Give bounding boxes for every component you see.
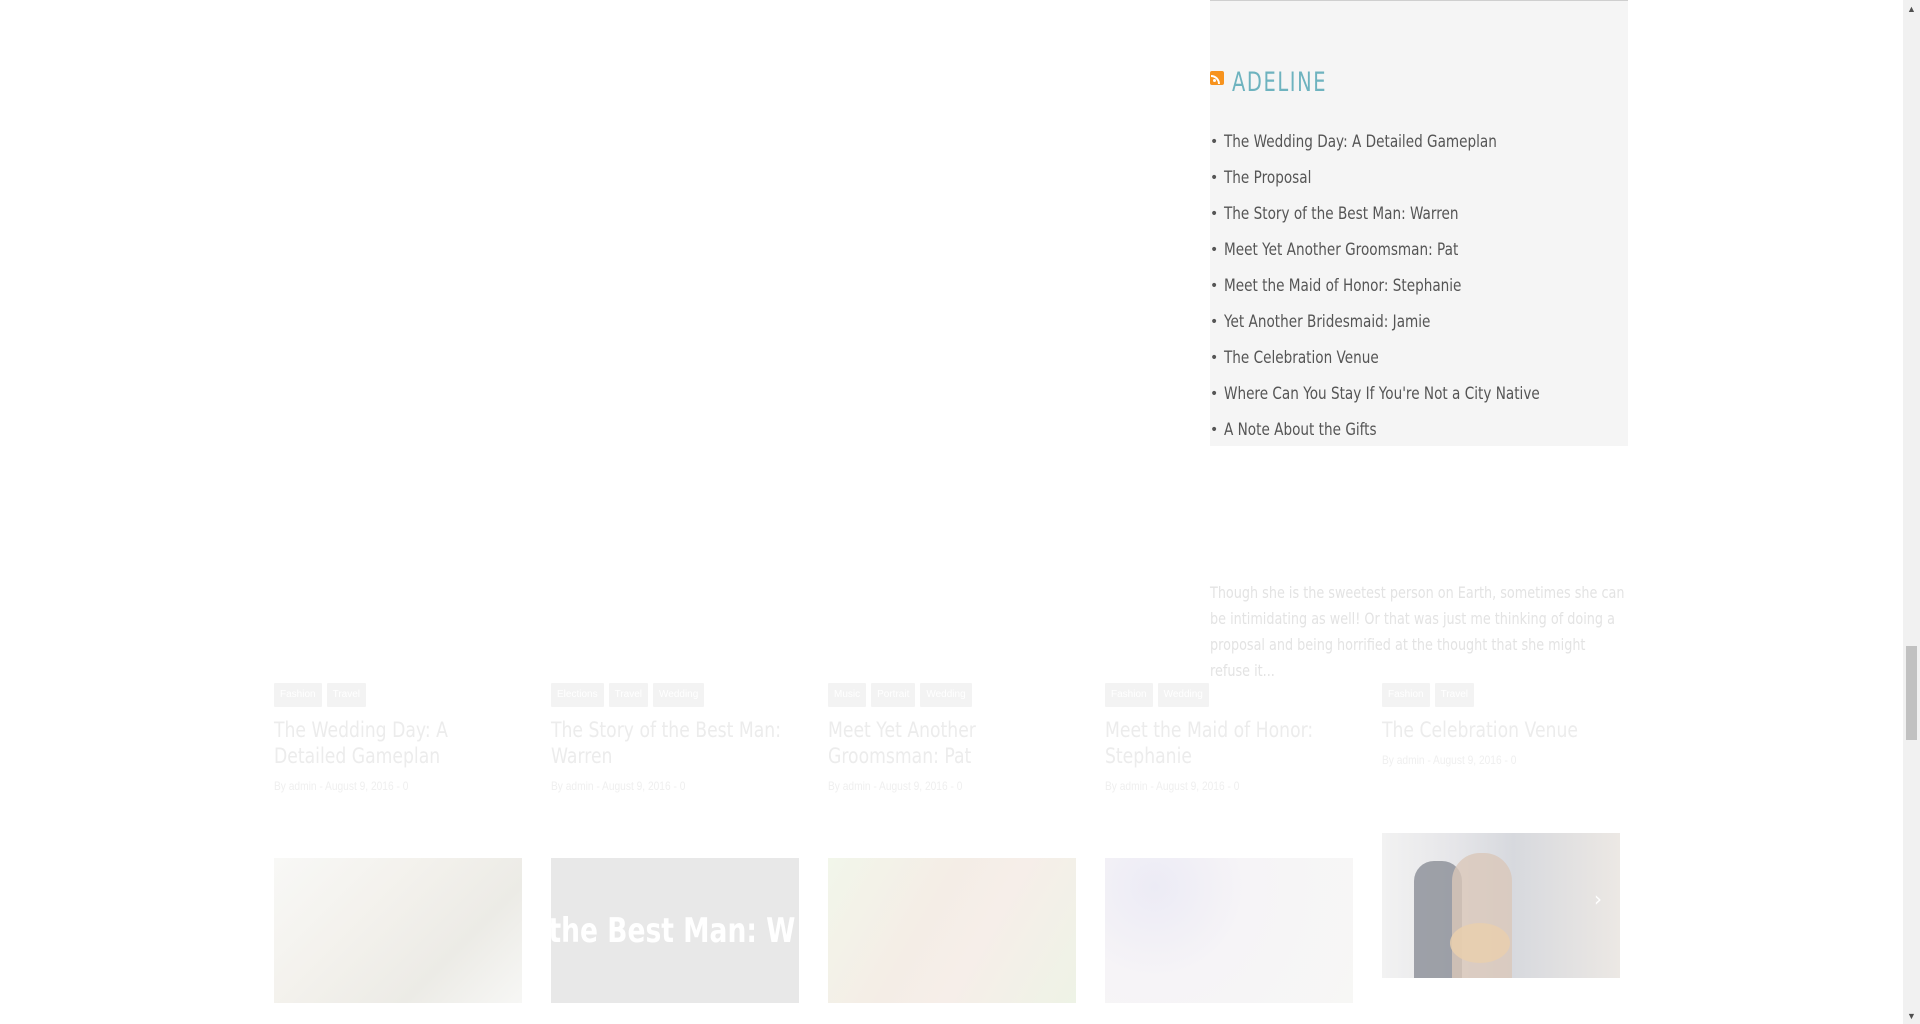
card-tags: Elections Travel Wedding (551, 683, 799, 707)
tag[interactable]: Fashion (1382, 683, 1430, 707)
post-thumbnail[interactable]: tory of the Best Man: W (551, 858, 799, 1003)
scroll-up-arrow-icon[interactable]: ▲ (1903, 0, 1920, 17)
tag[interactable]: Music (828, 683, 867, 707)
card-title[interactable]: The Celebration Venue (1382, 717, 1628, 743)
scrollbar-thumb[interactable] (1906, 646, 1917, 740)
card-tags: Fashion Wedding (1105, 683, 1353, 707)
post-thumbnail[interactable] (1105, 858, 1353, 1003)
card-title[interactable]: The Wedding Day: A Detailed Gameplan (274, 717, 520, 769)
list-item[interactable]: • The Celebration Venue (1210, 348, 1619, 384)
card-meta: By admin - August 9, 2016 - 0 (1105, 779, 1240, 793)
list-item[interactable]: • The Story of the Best Man: Warren (1210, 204, 1619, 240)
card-title[interactable]: The Story of the Best Man: Warren (551, 717, 797, 769)
post-link[interactable]: The Story of the Best Man: Warren (1224, 204, 1459, 224)
thumbnail-overlay-text: tory of the Best Man: W (551, 910, 796, 951)
post-excerpt: Though she is the sweetest person on Ear… (1210, 583, 1625, 680)
tag[interactable]: Travel (326, 683, 366, 707)
post-thumbnail[interactable] (828, 858, 1076, 1003)
card-meta: By admin - August 9, 2016 - 0 (551, 779, 686, 793)
post-thumbnail[interactable] (274, 858, 522, 1003)
post-link[interactable]: The Wedding Day: A Detailed Gameplan (1224, 132, 1497, 152)
widget-title-text[interactable]: ADELINE (1232, 67, 1327, 98)
post-card[interactable]: Fashion Travel The Wedding Day: A Detail… (274, 683, 522, 793)
tag[interactable]: Travel (1434, 683, 1474, 707)
post-link[interactable]: The Proposal (1224, 168, 1311, 188)
post-link[interactable]: Yet Another Bridesmaid: Jamie (1224, 312, 1430, 332)
tag[interactable]: Wedding (653, 683, 705, 707)
post-link[interactable]: Meet the Maid of Honor: Stephanie (1224, 276, 1461, 296)
list-item[interactable]: • The Wedding Day: A Detailed Gameplan (1210, 132, 1619, 168)
list-item[interactable]: • Meet the Maid of Honor: Stephanie (1210, 276, 1619, 312)
post-link[interactable]: Meet Yet Another Groomsman: Pat (1224, 240, 1458, 260)
list-item[interactable]: • A Note About the Gifts (1210, 420, 1619, 456)
card-tags: Fashion Travel (274, 683, 522, 707)
card-meta: By admin - August 9, 2016 - 0 (1382, 753, 1517, 767)
tag[interactable]: Elections (551, 683, 604, 707)
tag[interactable]: Portrait (871, 683, 916, 707)
card-tags: Music Portrait Wedding (828, 683, 1076, 707)
bouquet (1450, 923, 1510, 963)
tag[interactable]: Fashion (1105, 683, 1153, 707)
list-item[interactable]: • Meet Yet Another Groomsman: Pat (1210, 240, 1619, 276)
sidebar-rss-widget: ADELINE • The Wedding Day: A Detailed Gam… (1210, 0, 1628, 446)
card-meta: By admin - August 9, 2016 - 0 (274, 779, 409, 793)
card-title[interactable]: Meet the Maid of Honor: Stephanie (1105, 717, 1351, 769)
card-meta: By admin - August 9, 2016 - 0 (828, 779, 963, 793)
tag[interactable]: Travel (608, 683, 648, 707)
card-tags: Fashion Travel (1382, 683, 1630, 707)
post-card[interactable]: Fashion Wedding Meet the Maid of Honor: … (1105, 683, 1353, 793)
tag[interactable]: Wedding (920, 683, 972, 707)
page-scrollbar[interactable]: ▲ ▼ (1903, 0, 1920, 1024)
card-title[interactable]: Meet Yet Another Groomsman: Pat (828, 717, 1074, 769)
post-card[interactable]: Elections Travel Wedding The Story of th… (551, 683, 799, 793)
post-thumbnail[interactable]: › (1382, 833, 1620, 978)
post-card[interactable]: Music Portrait Wedding Meet Yet Another … (828, 683, 1076, 793)
widget-title: ADELINE (1210, 65, 1351, 99)
chevron-right-icon[interactable]: › (1594, 887, 1602, 911)
list-item[interactable]: • Yet Another Bridesmaid: Jamie (1210, 312, 1619, 348)
scroll-down-arrow-icon[interactable]: ▼ (1903, 1007, 1920, 1024)
list-item[interactable]: • Where Can You Stay If You're Not a City… (1210, 384, 1619, 420)
recent-posts-list: • The Wedding Day: A Detailed Gameplan • T… (1210, 132, 1619, 456)
tag[interactable]: Wedding (1157, 683, 1209, 707)
post-card[interactable]: Fashion Travel The Celebration Venue By … (1382, 683, 1630, 767)
tag[interactable]: Fashion (274, 683, 322, 707)
post-link[interactable]: The Celebration Venue (1224, 348, 1379, 368)
post-link[interactable]: Where Can You Stay If You're Not a City … (1224, 384, 1540, 404)
list-item[interactable]: • The Proposal (1210, 168, 1619, 204)
rss-icon[interactable] (1210, 71, 1224, 85)
post-link[interactable]: A Note About the Gifts (1224, 420, 1377, 440)
